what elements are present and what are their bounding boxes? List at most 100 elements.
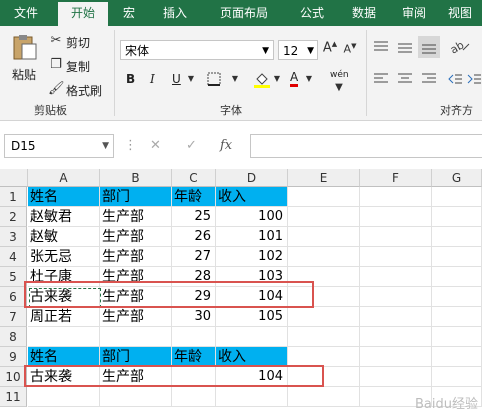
cell-b4[interactable]: 生产部 <box>100 247 172 267</box>
row-header-7[interactable]: 7 <box>0 307 27 327</box>
borders-icon[interactable] <box>206 72 222 90</box>
row-header-5[interactable]: 5 <box>0 267 27 287</box>
cell-g6[interactable] <box>432 287 482 307</box>
cell-b11[interactable] <box>100 387 172 407</box>
cell-e4[interactable] <box>288 247 360 267</box>
phonetic-guide-button[interactable]: wén <box>330 70 349 80</box>
fill-color-icon[interactable] <box>252 70 272 92</box>
italic-button[interactable]: I <box>150 72 155 86</box>
tab-file[interactable]: 文件 <box>0 0 52 26</box>
cell-f10[interactable] <box>360 367 432 387</box>
column-header-f[interactable]: F <box>360 169 432 187</box>
cell-f3[interactable] <box>360 227 432 247</box>
cell-d11[interactable] <box>216 387 288 407</box>
cell-g9[interactable] <box>432 347 482 367</box>
cell-e1[interactable] <box>288 187 360 207</box>
align-right-icon[interactable] <box>420 72 438 90</box>
tab-page-layout[interactable]: 页面布局 <box>204 0 284 26</box>
cell-e8[interactable] <box>288 327 360 347</box>
row-header-3[interactable]: 3 <box>0 227 27 247</box>
align-center-icon[interactable] <box>396 72 414 90</box>
cell-a8[interactable] <box>28 327 100 347</box>
cell-g2[interactable] <box>432 207 482 227</box>
paste-icon[interactable] <box>10 34 38 60</box>
cell-d4[interactable]: 102 <box>216 247 288 267</box>
cell-f9[interactable] <box>360 347 432 367</box>
cell-g10[interactable] <box>432 367 482 387</box>
column-header-b[interactable]: B <box>100 169 172 187</box>
cell-f7[interactable] <box>360 307 432 327</box>
bold-button[interactable]: B <box>126 72 135 86</box>
grow-font-icon[interactable]: A▲ <box>322 40 338 55</box>
row-header-10[interactable]: 10 <box>0 367 27 387</box>
cell-f8[interactable] <box>360 327 432 347</box>
cut-button[interactable]: 剪切 <box>66 34 90 51</box>
cell-g3[interactable] <box>432 227 482 247</box>
underline-button[interactable]: U <box>172 72 181 86</box>
tab-review[interactable]: 审阅 <box>392 0 436 26</box>
cell-a7[interactable]: 周正若 <box>28 307 100 327</box>
paste-button[interactable]: 粘贴 <box>12 66 36 83</box>
align-left-icon[interactable] <box>372 72 390 90</box>
cell-f5[interactable] <box>360 267 432 287</box>
cell-c2[interactable]: 25 <box>172 207 216 227</box>
column-header-g[interactable]: G <box>432 169 482 187</box>
cell-c9[interactable]: 年龄 <box>172 347 216 367</box>
column-header-c[interactable]: C <box>172 169 216 187</box>
chevron-down-icon[interactable]: ▼ <box>272 74 282 83</box>
cell-g1[interactable] <box>432 187 482 207</box>
cell-d3[interactable]: 101 <box>216 227 288 247</box>
name-box[interactable]: D15 ▼ <box>4 134 114 158</box>
cell-d2[interactable]: 100 <box>216 207 288 227</box>
cell-c11[interactable] <box>172 387 216 407</box>
row-header-1[interactable]: 1 <box>0 187 27 207</box>
tab-insert[interactable]: 插入 <box>150 0 200 26</box>
cell-c7[interactable]: 30 <box>172 307 216 327</box>
cell-c4[interactable]: 27 <box>172 247 216 267</box>
cell-c8[interactable] <box>172 327 216 347</box>
tab-formulas[interactable]: 公式 <box>288 0 336 26</box>
font-color-button[interactable]: A <box>290 70 299 87</box>
increase-indent-icon[interactable] <box>466 72 482 90</box>
orientation-icon[interactable]: ab <box>448 38 472 58</box>
cell-c1[interactable]: 年龄 <box>172 187 216 207</box>
chevron-down-icon[interactable]: ▼ <box>186 74 196 83</box>
cell-a9[interactable]: 姓名 <box>28 347 100 367</box>
font-name-select[interactable]: 宋体 ▼ <box>120 40 274 60</box>
cell-g7[interactable] <box>432 307 482 327</box>
row-header-8[interactable]: 8 <box>0 327 27 347</box>
column-header-a[interactable]: A <box>28 169 100 187</box>
cell-b2[interactable]: 生产部 <box>100 207 172 227</box>
cell-d9[interactable]: 收入 <box>216 347 288 367</box>
cell-a4[interactable]: 张无忌 <box>28 247 100 267</box>
cell-a2[interactable]: 赵敏君 <box>28 207 100 227</box>
format-painter-button[interactable]: 格式刷 <box>66 82 102 99</box>
chevron-down-icon[interactable]: ▼ <box>304 74 314 83</box>
cell-d8[interactable] <box>216 327 288 347</box>
tab-data[interactable]: 数据 <box>340 0 388 26</box>
align-top-icon[interactable] <box>372 40 390 58</box>
cell-g4[interactable] <box>432 247 482 267</box>
tab-view[interactable]: 视图 <box>438 0 482 26</box>
copy-button[interactable]: 复制 <box>66 58 90 75</box>
cell-a11[interactable] <box>28 387 100 407</box>
cell-e2[interactable] <box>288 207 360 227</box>
chevron-down-icon[interactable]: ▼ <box>230 74 240 83</box>
enter-button[interactable]: ✓ <box>186 134 197 158</box>
cancel-button[interactable]: ✕ <box>150 134 161 158</box>
cell-g8[interactable] <box>432 327 482 347</box>
tab-home[interactable]: 开始 <box>58 2 108 26</box>
row-header-9[interactable]: 9 <box>0 347 27 367</box>
cell-b7[interactable]: 生产部 <box>100 307 172 327</box>
align-bottom-icon[interactable] <box>418 36 440 58</box>
select-all-corner[interactable] <box>0 169 28 187</box>
cell-g5[interactable] <box>432 267 482 287</box>
cell-e3[interactable] <box>288 227 360 247</box>
cell-d7[interactable]: 105 <box>216 307 288 327</box>
cell-b3[interactable]: 生产部 <box>100 227 172 247</box>
cell-e11[interactable] <box>288 387 360 407</box>
cell-a3[interactable]: 赵敏 <box>28 227 100 247</box>
chevron-down-icon[interactable]: ▼ <box>102 135 109 157</box>
row-header-6[interactable]: 6 <box>0 287 27 307</box>
row-header-4[interactable]: 4 <box>0 247 27 267</box>
